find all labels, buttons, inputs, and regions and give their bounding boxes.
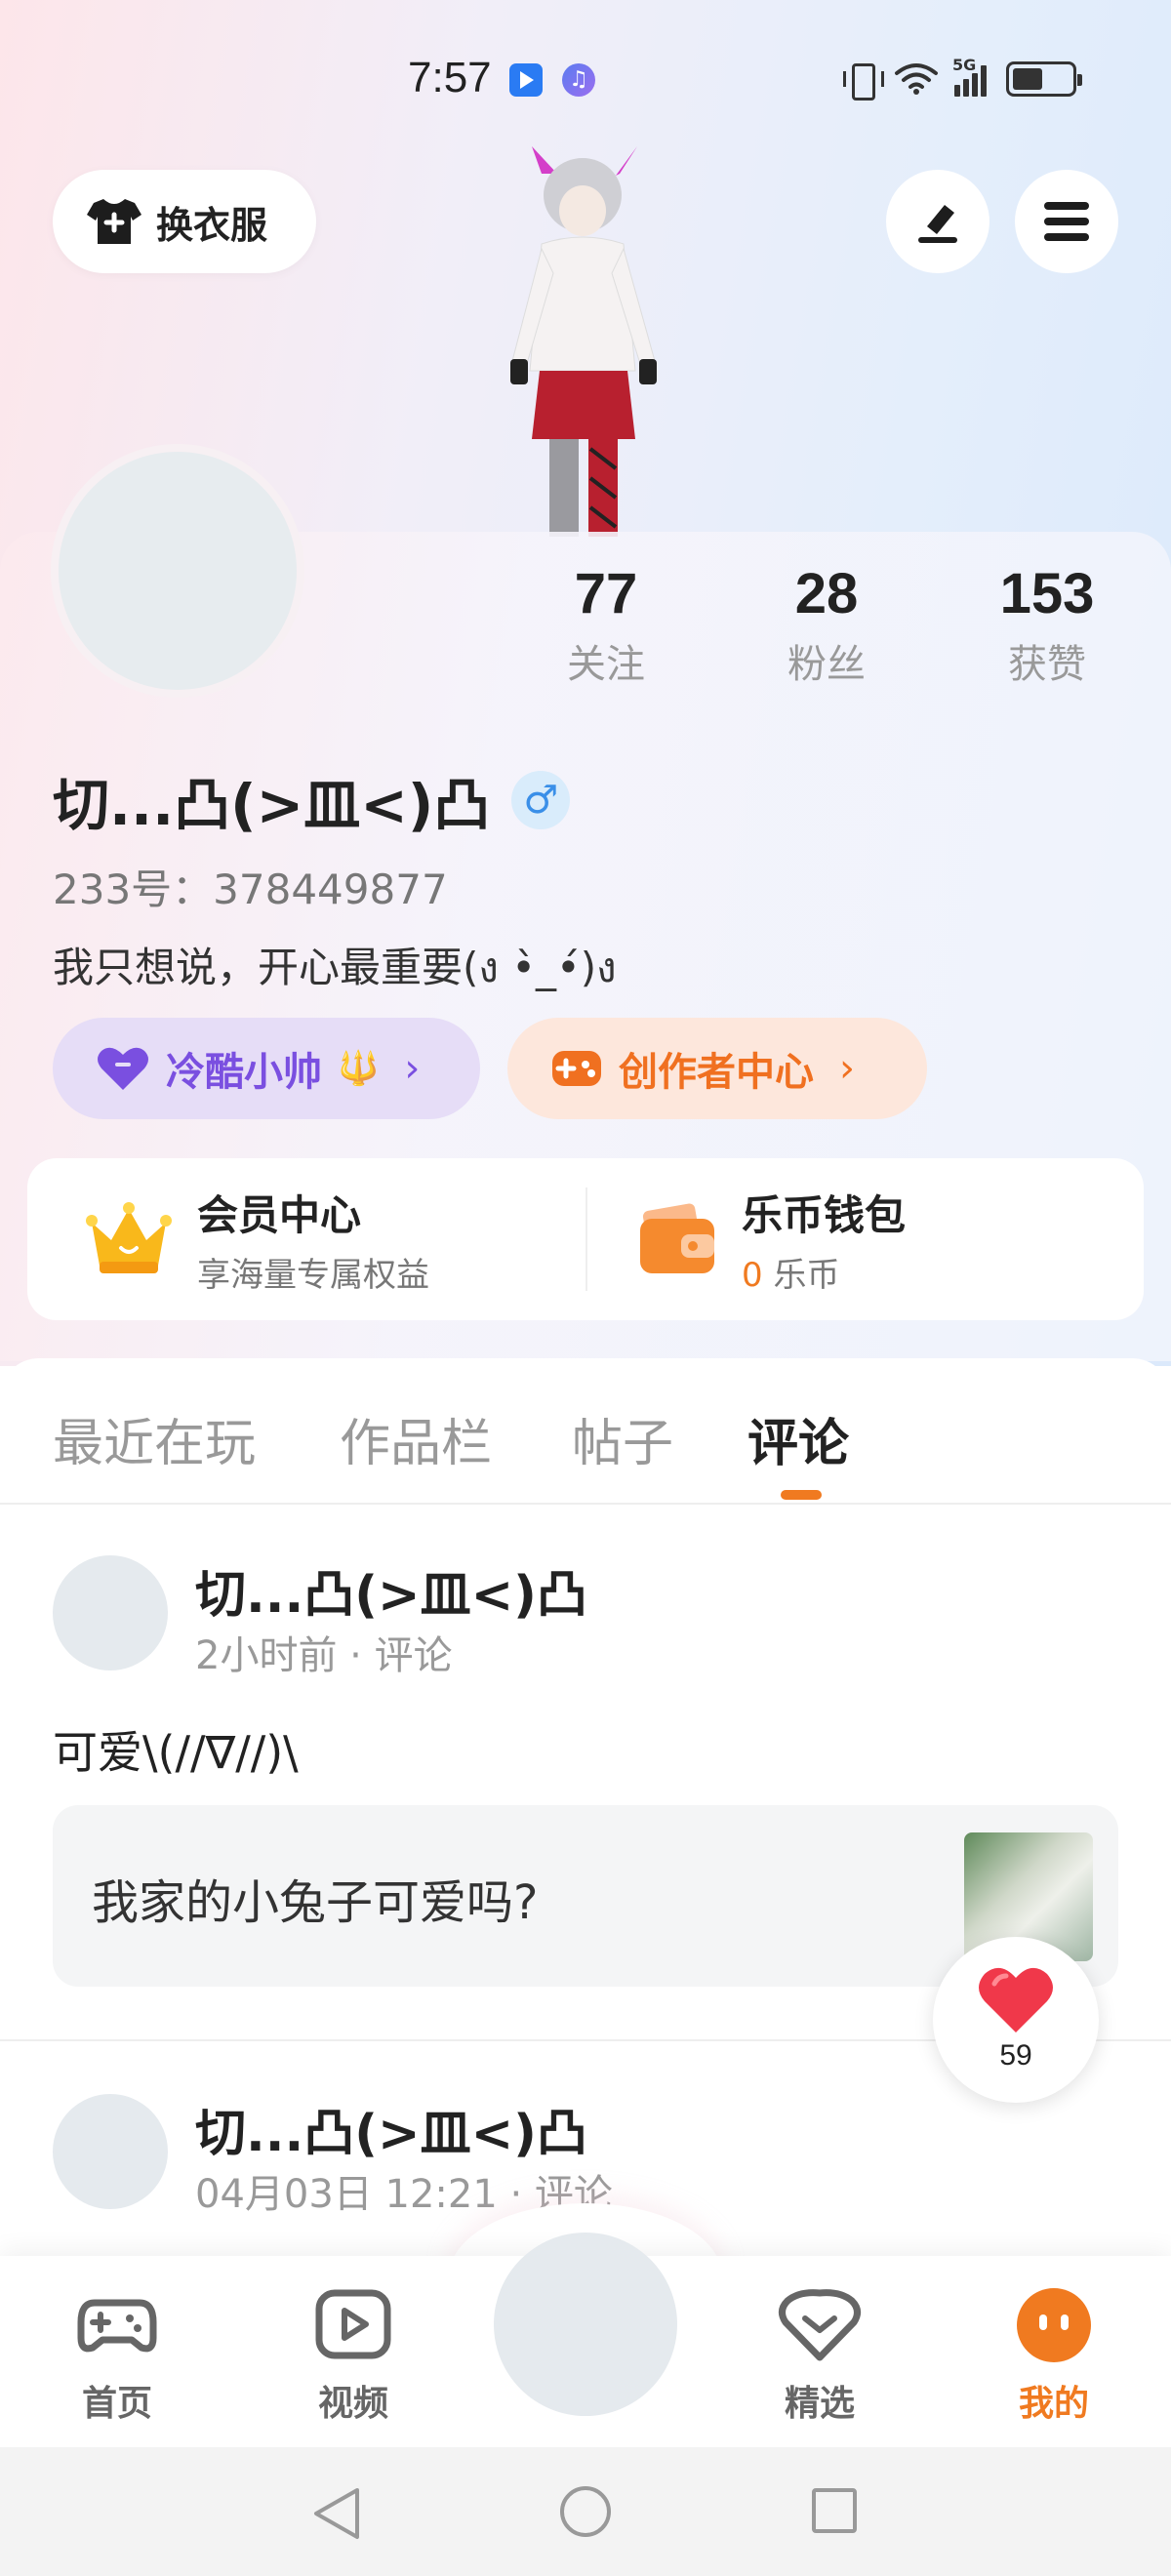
pen-icon: [918, 205, 957, 243]
nav-featured[interactable]: 精选: [742, 2283, 898, 2426]
likes-stat[interactable]: 153 获赞: [974, 561, 1120, 689]
member-center-title: 会员中心: [197, 1191, 362, 1239]
title-badge-label: 冷酷小帅: [166, 1050, 322, 1095]
tab-recently-played[interactable]: 最近在玩: [53, 1402, 256, 1475]
nav-home[interactable]: 首页: [39, 2283, 195, 2426]
change-outfit-button[interactable]: 换衣服: [53, 170, 316, 273]
followers-count: 28: [794, 562, 859, 625]
followers-label: 粉丝: [787, 642, 866, 687]
nav-me[interactable]: 我的: [976, 2283, 1132, 2426]
system-navigation-bar: [0, 2447, 1171, 2576]
creator-center-button[interactable]: 创作者中心 ›: [507, 1018, 927, 1119]
following-count: 77: [574, 562, 638, 625]
tshirt-icon: [86, 197, 142, 246]
feed-meta: 2小时前 · 评论: [195, 1633, 453, 1678]
hamburger-menu-icon: [1044, 202, 1089, 241]
feed-comment-text: 可爱\(//∇//)\: [53, 1726, 299, 1779]
wifi-icon: [895, 63, 938, 95]
status-icons: 5G: [841, 56, 1082, 101]
music-app-icon: ♫: [562, 63, 595, 97]
center-avatar-button[interactable]: [494, 2233, 677, 2416]
trident-emoji: 🔱: [338, 1049, 380, 1088]
quoted-post-text: 我家的小兔子可爱吗?: [92, 1875, 539, 1930]
feed-author-name: 切...凸(>皿<)凸: [195, 1566, 587, 1625]
male-gender-icon: ♂: [511, 771, 571, 829]
battery-icon: [1006, 61, 1082, 97]
gamepad-icon: [77, 2299, 157, 2353]
tab-works[interactable]: 作品栏: [340, 1402, 492, 1475]
avatar-character-image: [510, 146, 657, 537]
active-tab-indicator: [781, 1490, 822, 1500]
status-time: 7:57: [408, 54, 492, 101]
home-circle-icon[interactable]: [560, 2486, 611, 2537]
edit-profile-button[interactable]: [886, 170, 989, 273]
user-id: 233号：378449877: [53, 865, 448, 913]
gamepad-icon: [552, 1051, 601, 1086]
nav-video-label: 视频: [317, 2384, 388, 2424]
feed-author-name: 切...凸(>皿<)凸: [195, 2105, 587, 2163]
wallet-button[interactable]: 乐币钱包 0 乐币: [638, 1158, 906, 1320]
nav-home-label: 首页: [81, 2384, 152, 2424]
cellular-signal-icon: 5G: [952, 56, 987, 97]
crown-icon: [86, 1202, 172, 1273]
purple-heart-icon: [98, 1047, 148, 1090]
tab-posts[interactable]: 帖子: [572, 1402, 673, 1475]
nav-featured-label: 精选: [784, 2384, 855, 2424]
member-center-button[interactable]: 会员中心 享海量专属权益: [86, 1158, 429, 1320]
nav-me-label: 我的: [1018, 2384, 1089, 2424]
recent-apps-square-icon[interactable]: [812, 2488, 857, 2533]
profile-tabs: 最近在玩 作品栏 帖子 评论: [0, 1358, 1171, 1505]
wallet-icon: [640, 1203, 714, 1273]
wallet-balance: 0 乐币: [742, 1248, 906, 1296]
followers-stat[interactable]: 28 粉丝: [753, 561, 900, 689]
following-stat[interactable]: 77 关注: [533, 561, 679, 689]
following-label: 关注: [567, 642, 645, 687]
feed-avatar[interactable]: [53, 2094, 168, 2209]
status-bar: 7:57 ♫ 5G: [0, 54, 1171, 117]
nickname-row: 切...凸(>皿<)凸 ♂: [53, 759, 571, 841]
smiley-face-icon: [1017, 2288, 1091, 2362]
member-center-subtitle: 享海量专属权益: [197, 1256, 429, 1295]
heart-icon: [979, 1967, 1053, 2033]
network-type-label: 5G: [952, 56, 977, 74]
chevron-right-icon: ›: [404, 1046, 421, 1091]
like-float-button[interactable]: 59: [933, 1937, 1099, 2103]
like-count: 59: [999, 2039, 1032, 2072]
nav-video[interactable]: 视频: [275, 2283, 431, 2426]
video-play-icon: [315, 2289, 391, 2359]
vibrate-icon: [841, 61, 884, 101]
profile-nickname: 切...凸(>皿<)凸: [53, 772, 491, 838]
menu-button[interactable]: [1015, 170, 1118, 273]
feed-avatar[interactable]: [53, 1555, 168, 1670]
creator-center-label: 创作者中心: [619, 1050, 814, 1095]
likes-count: 153: [999, 562, 1095, 625]
wallet-amount: 0: [742, 1256, 763, 1295]
title-badge-button[interactable]: 冷酷小帅 🔱 ›: [53, 1018, 480, 1119]
app-notification-icon: [509, 63, 543, 97]
change-outfit-label: 换衣服: [156, 203, 268, 247]
wallet-title: 乐币钱包: [742, 1191, 907, 1239]
wallet-unit: 乐币: [773, 1256, 840, 1295]
tab-comments[interactable]: 评论: [747, 1402, 849, 1475]
membership-wallet-card: 会员中心 享海量专属权益 乐币钱包 0 乐币: [27, 1158, 1144, 1320]
back-triangle-icon[interactable]: [310, 2486, 363, 2541]
profile-avatar[interactable]: [51, 444, 304, 698]
vip-divider: [586, 1187, 587, 1291]
likes-label: 获赞: [1008, 642, 1086, 687]
heart-diamond-icon: [779, 2289, 861, 2361]
profile-signature: 我只想说，开心最重要(ง •̀_•́)ง: [53, 944, 617, 991]
chevron-right-icon: ›: [839, 1046, 855, 1091]
